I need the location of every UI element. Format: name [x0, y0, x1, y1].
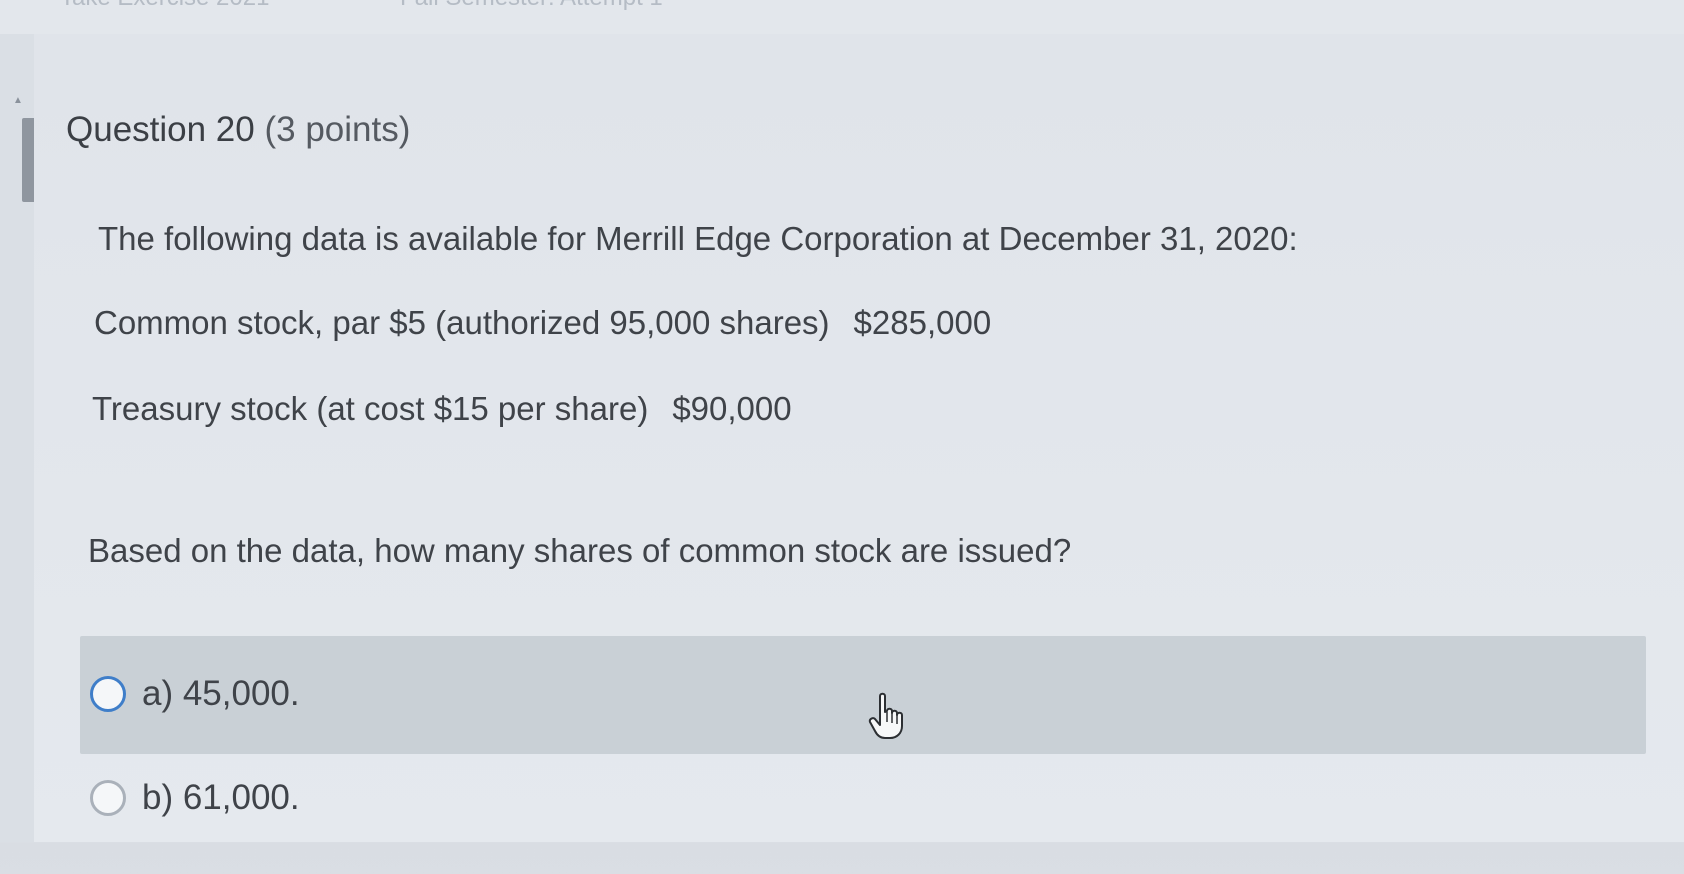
question-prompt: Based on the data, how many shares of co… [88, 532, 1072, 569]
common-stock-label: Common stock, par $5 (authorized 95,000 … [94, 304, 830, 341]
question-number: Question 20 [66, 110, 255, 149]
treasury-stock-line: Treasury stock (at cost $15 per share) $9… [92, 390, 792, 428]
top-header-strip: Take Exercise 2021 Fall Semester: Attemp… [0, 0, 1684, 35]
radio-button-b[interactable] [90, 780, 126, 816]
question-points: (3 points) [264, 110, 411, 149]
hand-pointer-icon [868, 692, 903, 739]
common-stock-line: Common stock, par $5 (authorized 95,000 … [94, 304, 991, 342]
answer-option-b[interactable]: b) 61,000. [80, 756, 1646, 874]
question-intro: The following data is available for Merr… [98, 220, 1298, 257]
radio-button-a[interactable] [90, 676, 126, 712]
header-text-right: Fall Semester: Attempt 1 [400, 0, 663, 12]
header-text-left: Take Exercise 2021 [60, 0, 269, 12]
answer-label-b: b) 61,000. [142, 778, 300, 817]
question-heading: Question 20 (3 points) [66, 110, 410, 150]
treasury-stock-label: Treasury stock (at cost $15 per share) [92, 390, 649, 427]
common-stock-value: $285,000 [853, 304, 992, 341]
scroll-up-icon[interactable]: ▲ [13, 96, 23, 106]
treasury-stock-value: $90,000 [672, 390, 792, 427]
answer-option-a[interactable]: a) 45,000. [80, 636, 1646, 754]
question-card: Question 20 (3 points) The following dat… [34, 34, 1684, 842]
answer-label-a: a) 45,000. [142, 674, 300, 713]
